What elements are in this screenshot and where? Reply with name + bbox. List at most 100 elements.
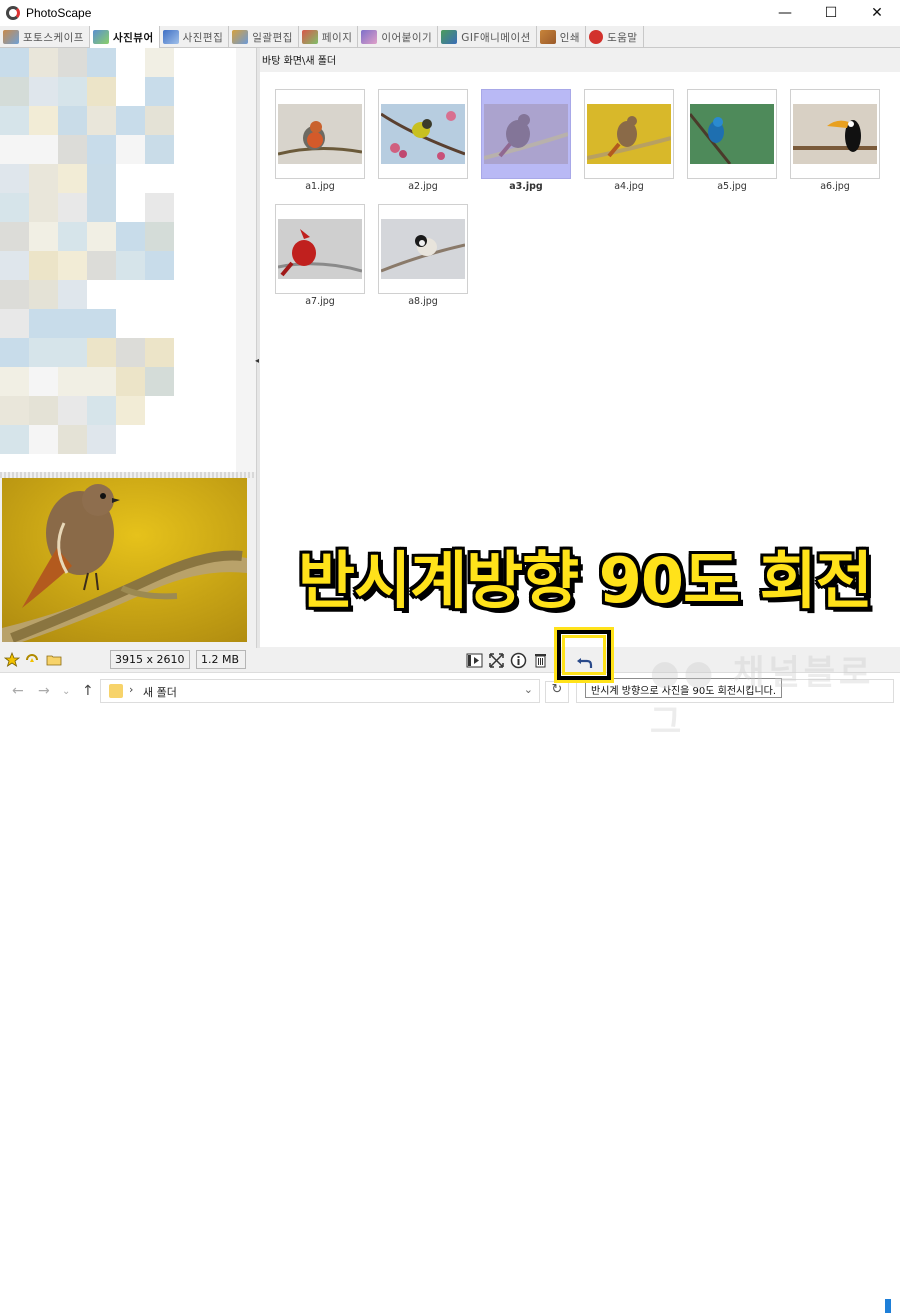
mosaic-cell	[145, 106, 174, 135]
mosaic-cell	[0, 367, 29, 396]
batch-editor-icon	[232, 30, 249, 44]
thumbnail-frame[interactable]	[790, 89, 880, 179]
watermark-logo: ●● 채널블로그	[650, 653, 875, 742]
tab-label: 포토스케이프	[23, 31, 84, 44]
thumbnail-item[interactable]: a7.jpg	[275, 204, 365, 307]
tab-print[interactable]: 인쇄	[537, 26, 587, 48]
mosaic-cell	[58, 280, 87, 309]
preview-image	[2, 478, 247, 642]
thumbnail-frame[interactable]	[275, 89, 365, 179]
thumbnail-item[interactable]: a4.jpg	[584, 89, 674, 192]
thumbnail-frame[interactable]	[378, 89, 468, 179]
thumbnail-frame[interactable]	[584, 89, 674, 179]
thumbnail-item[interactable]: a5.jpg	[687, 89, 777, 192]
mosaic-cell	[0, 280, 29, 309]
mosaic-cell	[29, 338, 58, 367]
mosaic-cell	[29, 280, 58, 309]
mosaic-cell	[58, 164, 87, 193]
pixelated-folder-tree	[0, 48, 236, 472]
minimize-button[interactable]: —	[762, 0, 808, 26]
combine-icon	[361, 30, 378, 44]
delete-icon[interactable]	[532, 652, 549, 669]
folder-open-icon[interactable]	[46, 652, 62, 668]
mosaic-cell	[87, 77, 116, 106]
tab-page[interactable]: 페이지	[299, 26, 359, 48]
redstart-bird-photo	[2, 478, 247, 642]
tab-viewer[interactable]: 사진뷰어	[89, 26, 160, 48]
splitter-grip-icon[interactable]: ◂	[255, 356, 259, 365]
info-icon[interactable]	[510, 652, 527, 669]
mosaic-cell	[0, 425, 29, 454]
toucan-thumbnail-image	[793, 104, 877, 164]
mosaic-cell	[0, 338, 29, 367]
mosaic-cell	[87, 135, 116, 164]
thumbnail-frame[interactable]	[687, 89, 777, 179]
current-folder-path: 바탕 화면\새 폴더	[262, 56, 337, 67]
tab-batch-editor[interactable]: 일괄편집	[229, 26, 299, 48]
mosaic-cell	[58, 77, 87, 106]
blue-bird-thumbnail-image	[690, 104, 774, 164]
star-icon[interactable]	[4, 652, 20, 668]
image-dimensions: 3915 x 2610	[110, 650, 190, 669]
photoscape-logo-icon	[6, 6, 20, 20]
window-title: PhotoScape	[26, 6, 92, 20]
chickadee-thumbnail-image	[381, 219, 465, 279]
mosaic-cell	[87, 164, 116, 193]
thumbnail-item[interactable]: a6.jpg	[790, 89, 880, 192]
mosaic-cell	[145, 338, 174, 367]
mosaic-cell	[29, 309, 58, 338]
address-input[interactable]: › 새 폴더 ⌄	[100, 679, 540, 703]
thumbnail-frame[interactable]	[378, 204, 468, 294]
mosaic-cell	[58, 396, 87, 425]
progress-indicator	[885, 1299, 891, 1313]
forward-arrow-icon[interactable]: →	[38, 683, 50, 699]
fullscreen-icon[interactable]	[488, 652, 505, 669]
yellow-bird-thumbnail-image	[381, 104, 465, 164]
mosaic-cell	[29, 396, 58, 425]
thumbnail-item[interactable]: a1.jpg	[275, 89, 365, 192]
mosaic-cell	[58, 106, 87, 135]
mosaic-cell	[87, 222, 116, 251]
chevron-down-icon[interactable]: ⌄	[524, 683, 533, 696]
mosaic-cell	[87, 106, 116, 135]
print-icon	[539, 30, 556, 44]
up-arrow-icon[interactable]: ↑	[82, 683, 94, 699]
title-bar: PhotoScape — ☐ ✕	[0, 0, 900, 26]
recent-dropdown-icon[interactable]: ⌄	[62, 686, 70, 697]
rotate-button-highlight-inner	[562, 635, 606, 675]
mosaic-cell	[29, 106, 58, 135]
tab-combine[interactable]: 이어붙이기	[358, 26, 439, 48]
mosaic-cell	[58, 309, 87, 338]
slideshow-icon[interactable]	[466, 652, 483, 669]
mosaic-cell	[145, 193, 174, 222]
refresh-button[interactable]: ↻	[545, 681, 569, 703]
overlay-caption: 반시계방향 90도 회전	[298, 544, 873, 617]
back-arrow-icon[interactable]: ←	[12, 683, 24, 699]
mosaic-cell	[29, 222, 58, 251]
mosaic-cell	[145, 135, 174, 164]
thumbnail-item[interactable]: a2.jpg	[378, 89, 468, 192]
close-button[interactable]: ✕	[854, 0, 900, 26]
refresh-star-icon[interactable]	[24, 652, 40, 668]
tab-photoscape[interactable]: 포토스케이프	[0, 26, 90, 48]
thumbnail-frame[interactable]	[275, 204, 365, 294]
mosaic-cell	[0, 48, 29, 77]
tab-gif-animation[interactable]: GIF애니메이션	[438, 26, 537, 48]
mosaic-cell	[116, 338, 145, 367]
tab-help[interactable]: 도움말	[586, 26, 644, 48]
thumbnail-frame[interactable]	[481, 89, 571, 179]
folder-tree-scrollbar[interactable]	[236, 48, 256, 472]
thumbnail-filename: a2.jpg	[408, 181, 438, 192]
thumbnail-item-selected[interactable]: a3.jpg	[481, 89, 571, 192]
thumbnail-item[interactable]: a8.jpg	[378, 204, 468, 307]
mosaic-cell	[29, 367, 58, 396]
mosaic-cell	[58, 222, 87, 251]
maximize-button[interactable]: ☐	[808, 0, 854, 26]
tab-editor[interactable]: 사진편집	[160, 26, 230, 48]
mosaic-cell	[58, 425, 87, 454]
mosaic-cell	[116, 367, 145, 396]
mosaic-cell	[116, 396, 145, 425]
folder-tree-panel[interactable]	[0, 48, 256, 472]
mosaic-cell	[0, 396, 29, 425]
tab-label: 도움말	[607, 31, 638, 44]
